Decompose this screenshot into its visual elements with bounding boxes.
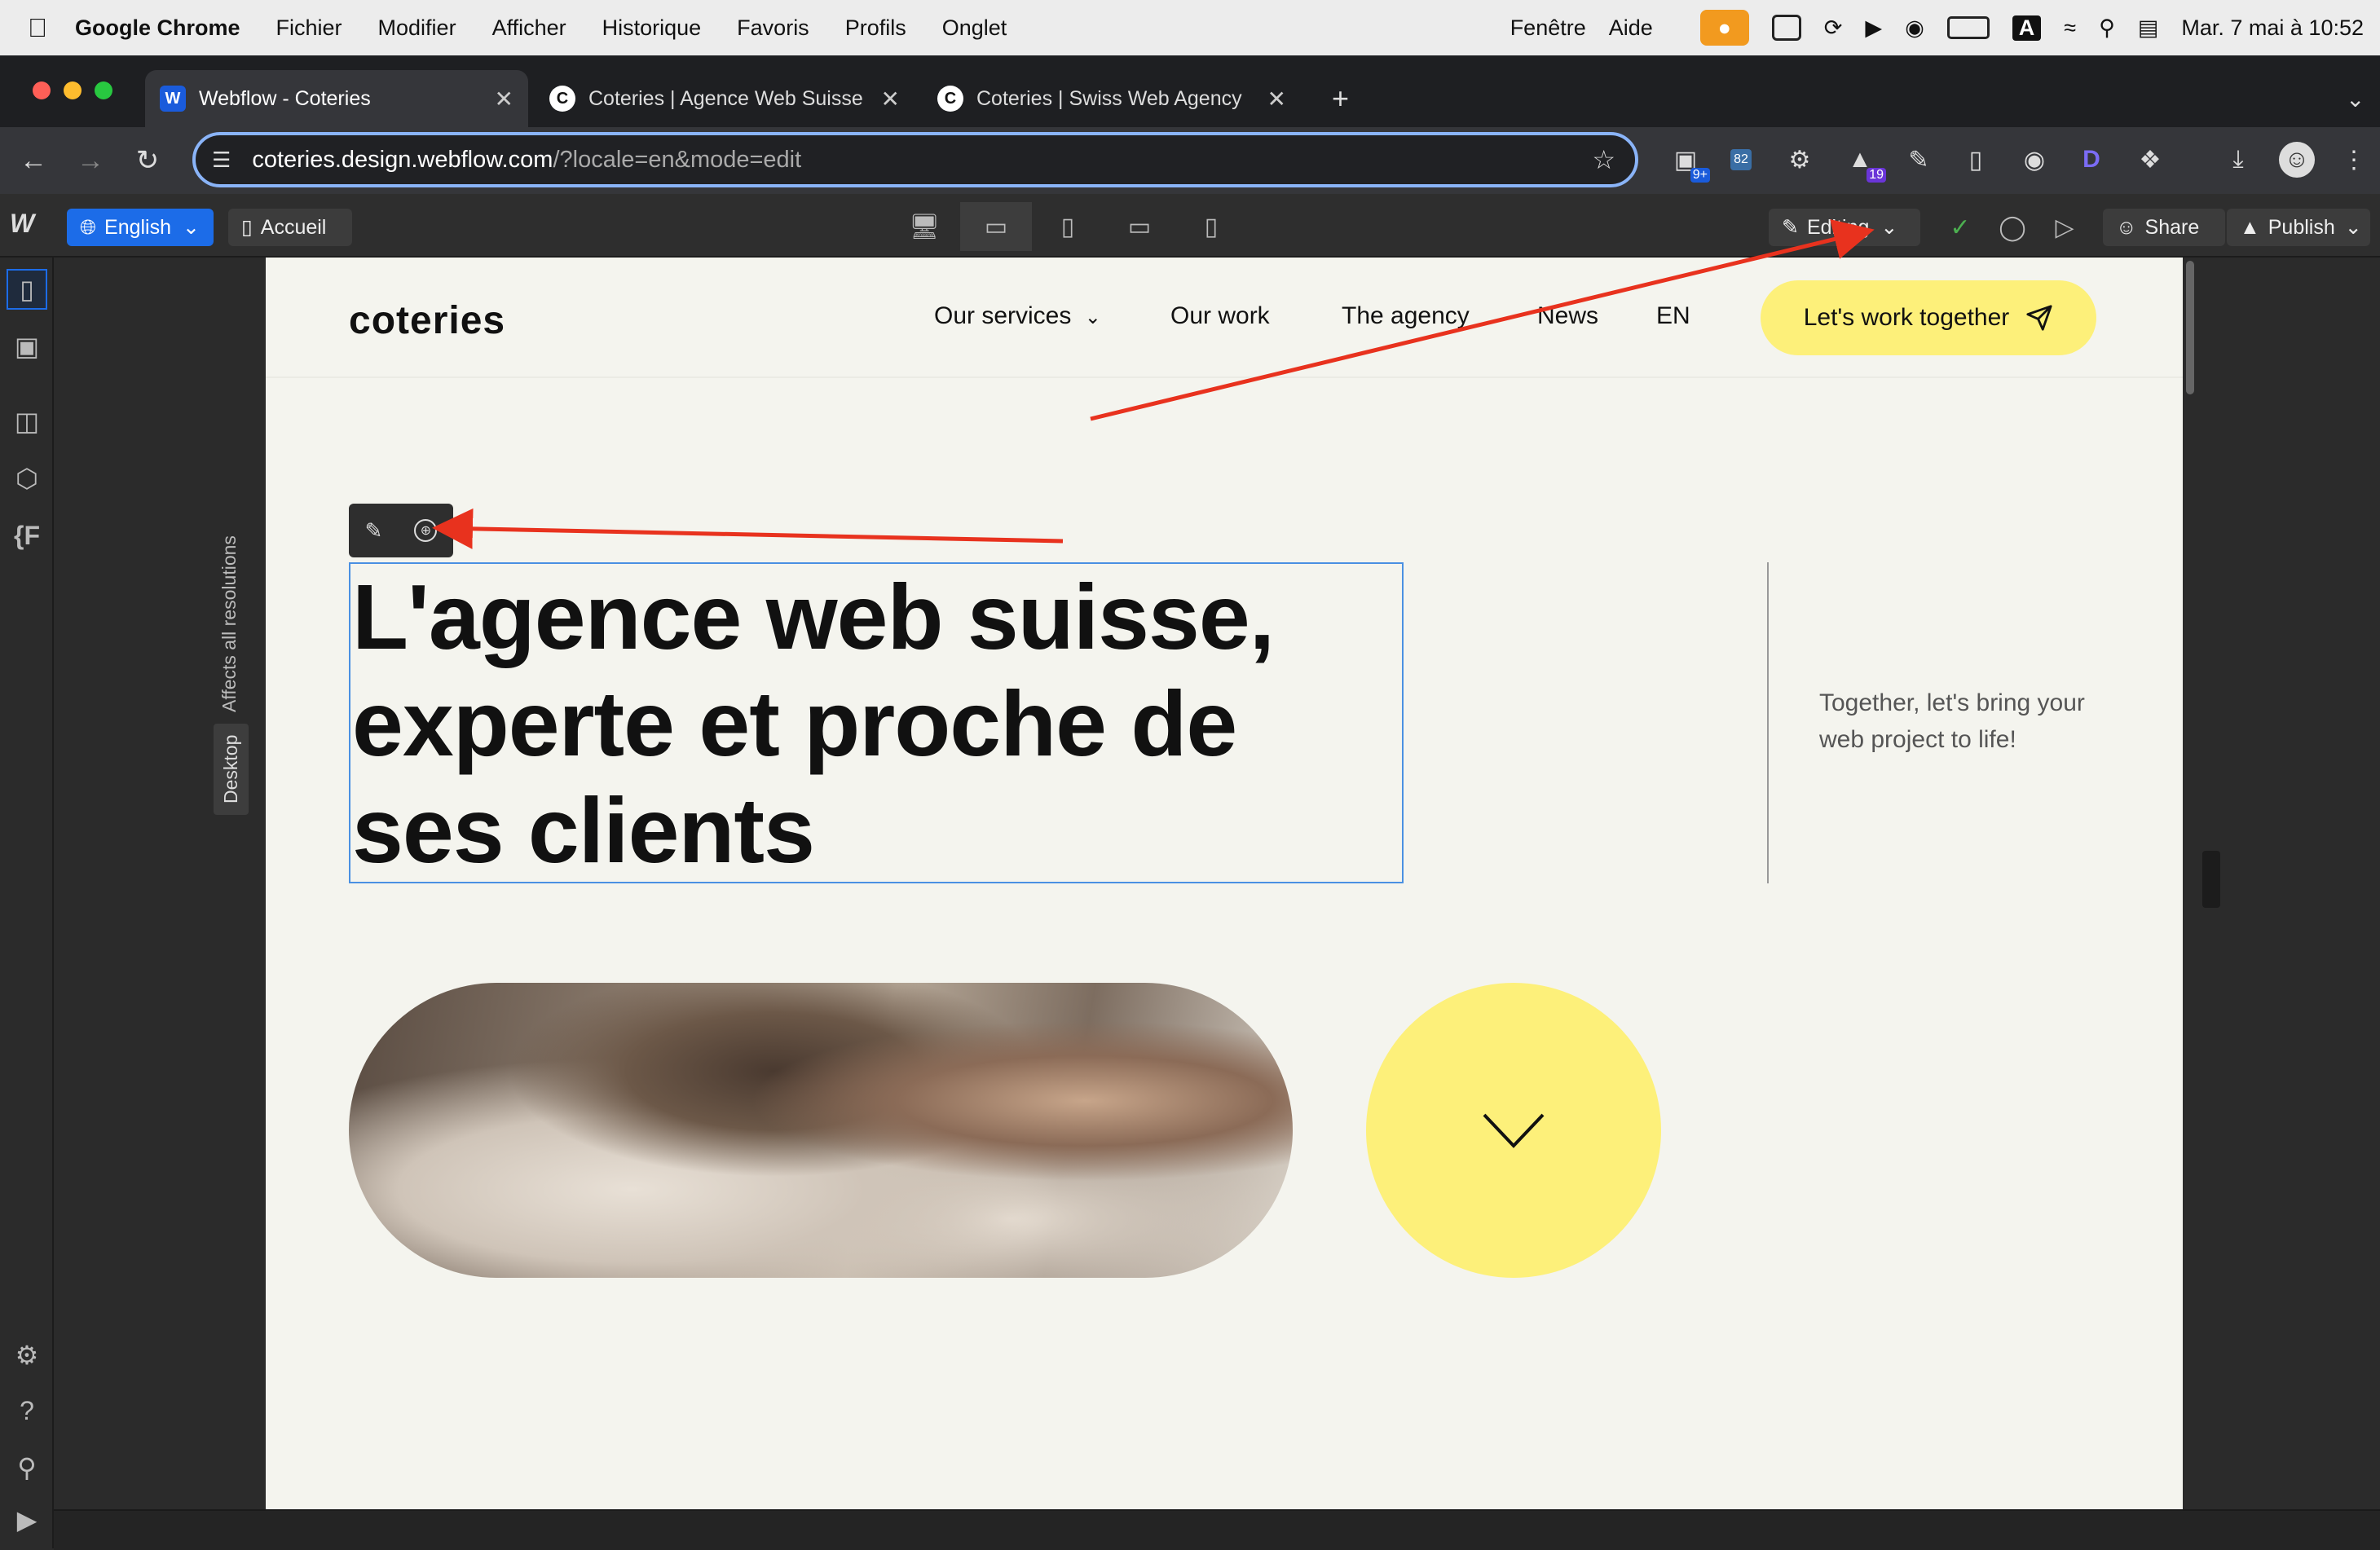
annotation-arrow-globe [432,508,1064,549]
annotation-arrows [432,219,1875,549]
annotation-arrow-editing [1090,219,1875,421]
